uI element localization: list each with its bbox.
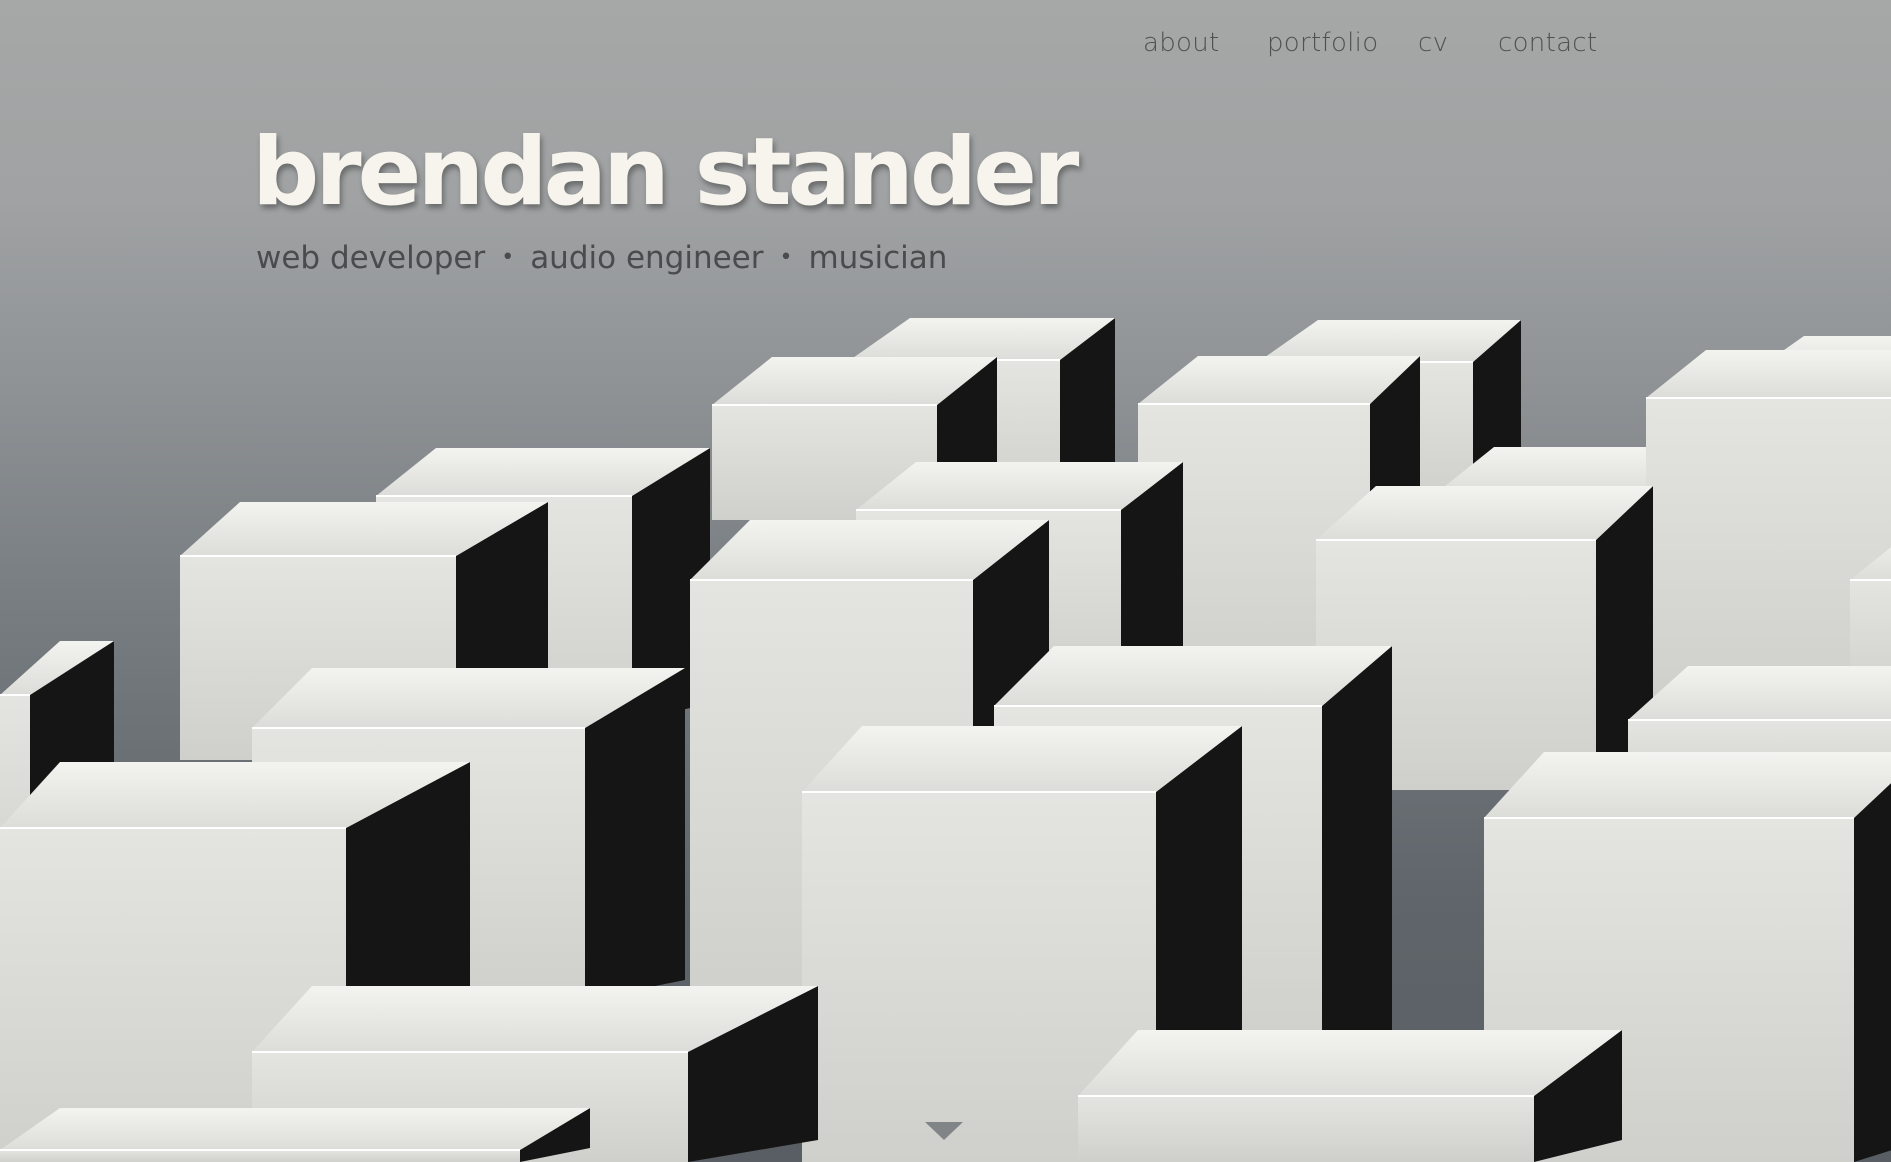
cube-front	[1078, 1096, 1534, 1162]
role-separator: •	[501, 245, 515, 270]
cube-front	[0, 1150, 520, 1162]
nav-about[interactable]: about	[1143, 28, 1220, 58]
role-web-developer: web developer	[256, 240, 486, 276]
cube-top	[1078, 1030, 1622, 1096]
cube-top	[1646, 350, 1891, 398]
nav-portfolio[interactable]: portfolio	[1267, 28, 1378, 58]
cube-top	[0, 1108, 590, 1150]
cube-side	[1322, 646, 1392, 1050]
role-separator: •	[779, 245, 793, 270]
cube-top	[1484, 752, 1891, 818]
site-title: brendan stander	[252, 118, 1079, 227]
nav-cv[interactable]: cv	[1418, 28, 1448, 58]
triangle-down-icon[interactable]	[925, 1122, 963, 1140]
role-subtitle: web developer • audio engineer • musician	[256, 240, 947, 276]
cube-side	[1854, 783, 1891, 1162]
role-audio-engineer: audio engineer	[530, 240, 764, 276]
role-musician: musician	[808, 240, 948, 276]
cube-top	[994, 646, 1392, 706]
top-nav: about portfolio cv contact	[0, 28, 1891, 68]
nav-contact[interactable]: contact	[1498, 28, 1597, 58]
